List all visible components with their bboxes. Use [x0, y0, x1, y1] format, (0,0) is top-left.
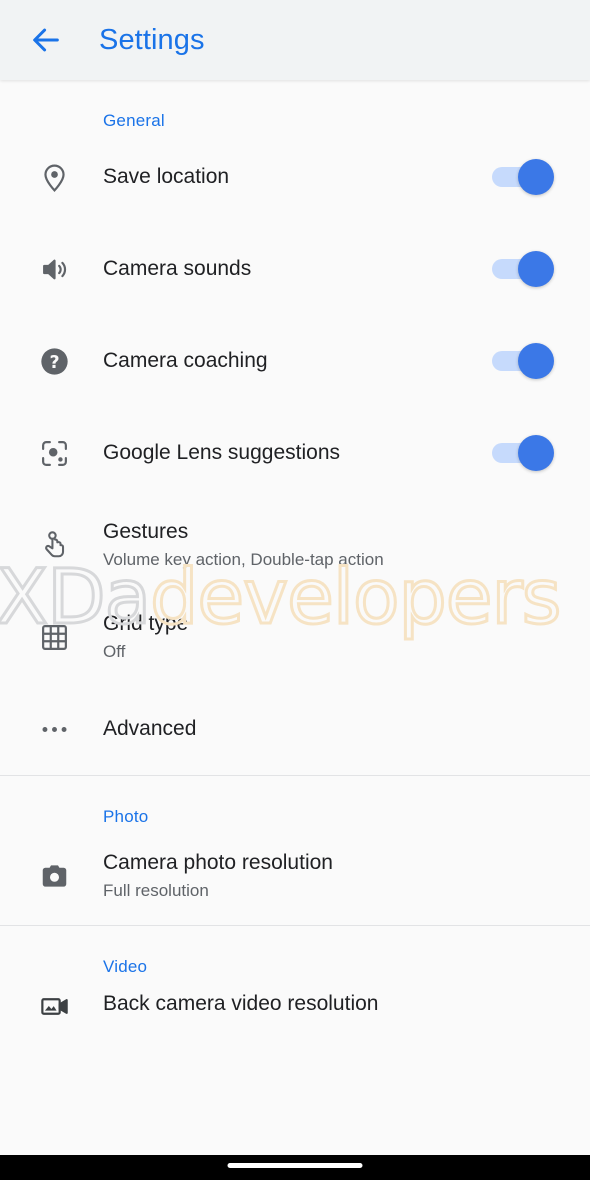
setting-row-advanced[interactable]: Advanced: [0, 683, 590, 775]
setting-title: Camera sounds: [103, 256, 252, 280]
setting-row-text: Grid type Off: [103, 611, 554, 663]
setting-row-text: Google Lens suggestions: [103, 440, 482, 466]
setting-row-gestures[interactable]: Gestures Volume key action, Double-tap a…: [0, 499, 590, 591]
setting-title: Camera coaching: [103, 348, 268, 372]
video-camera-icon: [0, 991, 103, 1022]
setting-row-text: Camera photo resolution Full resolution: [103, 850, 554, 902]
setting-row-text: Gestures Volume key action, Double-tap a…: [103, 519, 554, 571]
setting-title: Camera photo resolution: [103, 851, 333, 875]
toggle-camera-sounds[interactable]: [492, 251, 554, 287]
setting-title: Advanced: [103, 716, 197, 740]
svg-text:?: ?: [49, 353, 59, 373]
setting-subtitle: Full resolution: [103, 881, 209, 901]
setting-row-text: Camera sounds: [103, 256, 482, 282]
setting-row-camera-sounds[interactable]: Camera sounds: [0, 223, 590, 315]
setting-subtitle: Volume key action, Double-tap action: [103, 550, 384, 570]
section-header-general: General: [103, 111, 165, 130]
system-navigation-bar: [0, 1155, 590, 1180]
home-gesture-pill[interactable]: [227, 1163, 363, 1168]
settings-list[interactable]: General Save location Camera sounds ? Ca…: [0, 80, 590, 1155]
back-button[interactable]: [22, 16, 70, 64]
section-general: General Save location Camera sounds ? Ca…: [0, 80, 590, 775]
setting-row-text: Back camera video resolution: [103, 991, 554, 1017]
setting-row-camera-coaching[interactable]: ? Camera coaching: [0, 315, 590, 407]
gesture-tap-icon: [0, 530, 103, 561]
setting-title: Google Lens suggestions: [103, 440, 340, 464]
section-photo: Photo Camera photo resolution Full resol…: [0, 775, 590, 925]
setting-subtitle: Off: [103, 642, 126, 662]
volume-up-icon: [0, 254, 103, 285]
grid-icon: [0, 622, 103, 653]
setting-row-camera-photo-resolution[interactable]: Camera photo resolution Full resolution: [0, 827, 590, 925]
toggle-google-lens-suggestions[interactable]: [492, 435, 554, 471]
setting-row-google-lens-suggestions[interactable]: Google Lens suggestions: [0, 407, 590, 499]
toggle-camera-coaching[interactable]: [492, 343, 554, 379]
app-bar: Settings: [0, 0, 590, 80]
setting-title: Back camera video resolution: [103, 992, 379, 1015]
setting-title: Gestures: [103, 520, 189, 544]
setting-title: Grid type: [103, 612, 189, 636]
toggle-save-location[interactable]: [492, 159, 554, 195]
help-circle-icon: ?: [0, 346, 103, 377]
switch-thumb: [518, 251, 554, 287]
setting-row-save-location[interactable]: Save location: [0, 131, 590, 223]
location-pin-icon: [0, 162, 103, 193]
section-video: Video Back camera video resolution: [0, 925, 590, 1051]
switch-thumb: [518, 343, 554, 379]
more-horizontal-icon: [0, 714, 103, 745]
google-lens-icon: [0, 438, 103, 469]
page-title: Settings: [99, 23, 205, 56]
section-header-video: Video: [103, 957, 148, 976]
camera-icon: [0, 861, 103, 892]
arrow-back-icon: [29, 23, 63, 57]
setting-row-text: Camera coaching: [103, 348, 482, 374]
switch-thumb: [518, 159, 554, 195]
setting-row-back-camera-video-resolution[interactable]: Back camera video resolution: [0, 977, 590, 1051]
setting-row-text: Save location: [103, 164, 482, 190]
setting-title: Save location: [103, 164, 230, 188]
switch-thumb: [518, 435, 554, 471]
setting-row-grid-type[interactable]: Grid type Off: [0, 591, 590, 683]
setting-row-text: Advanced: [103, 716, 554, 742]
section-header-photo: Photo: [103, 807, 149, 826]
